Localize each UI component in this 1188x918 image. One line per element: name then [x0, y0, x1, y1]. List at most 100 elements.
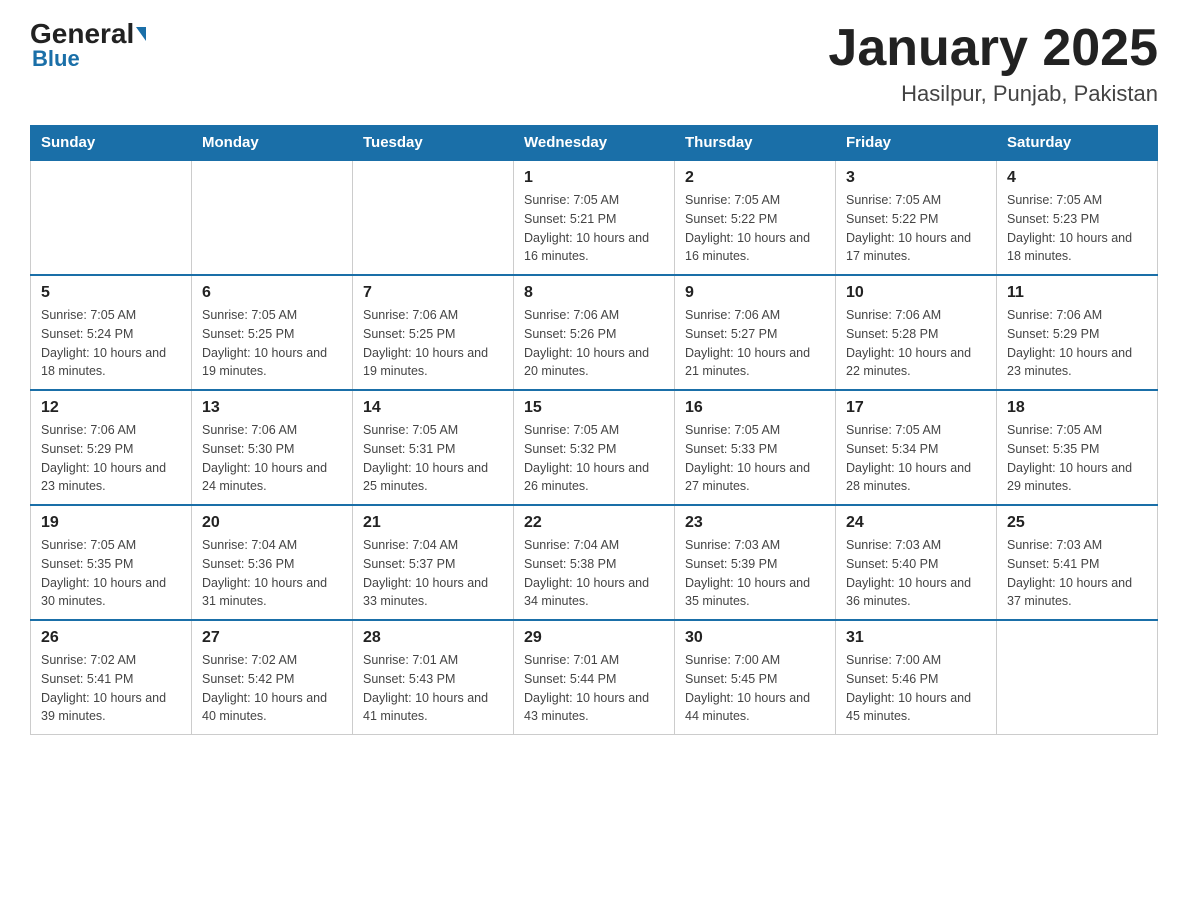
calendar-cell: 8 Sunrise: 7:06 AM Sunset: 5:26 PM Daylig… — [514, 275, 675, 390]
day-number: 28 — [363, 629, 503, 647]
day-number: 21 — [363, 514, 503, 532]
logo-arrow-icon — [136, 27, 146, 41]
day-number: 3 — [846, 169, 986, 187]
logo-blue: Blue — [32, 48, 80, 70]
day-number: 1 — [524, 169, 664, 187]
calendar-cell: 17 Sunrise: 7:05 AM Sunset: 5:34 PM Dayli… — [836, 390, 997, 505]
calendar-cell: 31 Sunrise: 7:00 AM Sunset: 5:46 PM Dayli… — [836, 620, 997, 735]
calendar-cell: 28 Sunrise: 7:01 AM Sunset: 5:43 PM Dayli… — [353, 620, 514, 735]
day-number: 26 — [41, 629, 181, 647]
calendar-cell: 11 Sunrise: 7:06 AM Sunset: 5:29 PM Dayli… — [997, 275, 1158, 390]
day-number: 30 — [685, 629, 825, 647]
calendar-cell: 2 Sunrise: 7:05 AM Sunset: 5:22 PM Daylig… — [675, 160, 836, 275]
logo-general: General — [30, 20, 146, 48]
day-info: Sunrise: 7:06 AM Sunset: 5:30 PM Dayligh… — [202, 421, 342, 496]
day-info: Sunrise: 7:00 AM Sunset: 5:45 PM Dayligh… — [685, 651, 825, 726]
location-subtitle: Hasilpur, Punjab, Pakistan — [828, 81, 1158, 107]
day-number: 27 — [202, 629, 342, 647]
day-info: Sunrise: 7:06 AM Sunset: 5:29 PM Dayligh… — [1007, 306, 1147, 381]
day-info: Sunrise: 7:05 AM Sunset: 5:21 PM Dayligh… — [524, 191, 664, 266]
calendar-day-header: Wednesday — [514, 126, 675, 161]
calendar-table: SundayMondayTuesdayWednesdayThursdayFrid… — [30, 125, 1158, 735]
day-number: 15 — [524, 399, 664, 417]
calendar-cell: 16 Sunrise: 7:05 AM Sunset: 5:33 PM Dayli… — [675, 390, 836, 505]
calendar-cell: 5 Sunrise: 7:05 AM Sunset: 5:24 PM Daylig… — [31, 275, 192, 390]
calendar-cell — [31, 160, 192, 275]
day-number: 19 — [41, 514, 181, 532]
day-info: Sunrise: 7:06 AM Sunset: 5:27 PM Dayligh… — [685, 306, 825, 381]
calendar-cell: 15 Sunrise: 7:05 AM Sunset: 5:32 PM Dayli… — [514, 390, 675, 505]
day-number: 11 — [1007, 284, 1147, 302]
day-number: 12 — [41, 399, 181, 417]
calendar-cell: 6 Sunrise: 7:05 AM Sunset: 5:25 PM Daylig… — [192, 275, 353, 390]
calendar-cell: 9Sunrise: 7:06 AM Sunset: 5:27 PM Daylig… — [675, 275, 836, 390]
day-number: 17 — [846, 399, 986, 417]
calendar-day-header: Saturday — [997, 126, 1158, 161]
day-info: Sunrise: 7:05 AM Sunset: 5:22 PM Dayligh… — [685, 191, 825, 266]
day-number: 23 — [685, 514, 825, 532]
day-number: 24 — [846, 514, 986, 532]
calendar-cell: 23Sunrise: 7:03 AM Sunset: 5:39 PM Dayli… — [675, 505, 836, 620]
day-info: Sunrise: 7:06 AM Sunset: 5:28 PM Dayligh… — [846, 306, 986, 381]
calendar-cell: 12Sunrise: 7:06 AM Sunset: 5:29 PM Dayli… — [31, 390, 192, 505]
day-info: Sunrise: 7:02 AM Sunset: 5:41 PM Dayligh… — [41, 651, 181, 726]
calendar-week-row: 12Sunrise: 7:06 AM Sunset: 5:29 PM Dayli… — [31, 390, 1158, 505]
page-header: General Blue January 2025 Hasilpur, Punj… — [30, 20, 1158, 107]
day-info: Sunrise: 7:06 AM Sunset: 5:26 PM Dayligh… — [524, 306, 664, 381]
day-info: Sunrise: 7:05 AM Sunset: 5:22 PM Dayligh… — [846, 191, 986, 266]
calendar-cell: 29 Sunrise: 7:01 AM Sunset: 5:44 PM Dayli… — [514, 620, 675, 735]
day-number: 4 — [1007, 169, 1147, 187]
day-info: Sunrise: 7:04 AM Sunset: 5:38 PM Dayligh… — [524, 536, 664, 611]
calendar-day-header: Monday — [192, 126, 353, 161]
calendar-cell: 18Sunrise: 7:05 AM Sunset: 5:35 PM Dayli… — [997, 390, 1158, 505]
calendar-cell: 22 Sunrise: 7:04 AM Sunset: 5:38 PM Dayli… — [514, 505, 675, 620]
day-info: Sunrise: 7:05 AM Sunset: 5:24 PM Dayligh… — [41, 306, 181, 381]
day-info: Sunrise: 7:02 AM Sunset: 5:42 PM Dayligh… — [202, 651, 342, 726]
calendar-cell: 21Sunrise: 7:04 AM Sunset: 5:37 PM Dayli… — [353, 505, 514, 620]
calendar-cell: 10 Sunrise: 7:06 AM Sunset: 5:28 PM Dayli… — [836, 275, 997, 390]
calendar-cell: 20Sunrise: 7:04 AM Sunset: 5:36 PM Dayli… — [192, 505, 353, 620]
day-number: 10 — [846, 284, 986, 302]
day-info: Sunrise: 7:01 AM Sunset: 5:43 PM Dayligh… — [363, 651, 503, 726]
calendar-week-row: 1 Sunrise: 7:05 AM Sunset: 5:21 PM Daylig… — [31, 160, 1158, 275]
calendar-cell: 7Sunrise: 7:06 AM Sunset: 5:25 PM Daylig… — [353, 275, 514, 390]
day-number: 7 — [363, 284, 503, 302]
day-number: 31 — [846, 629, 986, 647]
calendar-day-header: Tuesday — [353, 126, 514, 161]
day-number: 16 — [685, 399, 825, 417]
day-info: Sunrise: 7:01 AM Sunset: 5:44 PM Dayligh… — [524, 651, 664, 726]
calendar-cell: 19 Sunrise: 7:05 AM Sunset: 5:35 PM Dayli… — [31, 505, 192, 620]
calendar-day-header: Sunday — [31, 126, 192, 161]
day-number: 25 — [1007, 514, 1147, 532]
day-number: 8 — [524, 284, 664, 302]
calendar-cell: 30 Sunrise: 7:00 AM Sunset: 5:45 PM Dayli… — [675, 620, 836, 735]
day-number: 6 — [202, 284, 342, 302]
calendar-cell: 26 Sunrise: 7:02 AM Sunset: 5:41 PM Dayli… — [31, 620, 192, 735]
day-info: Sunrise: 7:00 AM Sunset: 5:46 PM Dayligh… — [846, 651, 986, 726]
day-info: Sunrise: 7:03 AM Sunset: 5:40 PM Dayligh… — [846, 536, 986, 611]
day-info: Sunrise: 7:05 AM Sunset: 5:33 PM Dayligh… — [685, 421, 825, 496]
day-info: Sunrise: 7:05 AM Sunset: 5:25 PM Dayligh… — [202, 306, 342, 381]
day-number: 18 — [1007, 399, 1147, 417]
day-info: Sunrise: 7:04 AM Sunset: 5:36 PM Dayligh… — [202, 536, 342, 611]
day-number: 5 — [41, 284, 181, 302]
calendar-week-row: 26 Sunrise: 7:02 AM Sunset: 5:41 PM Dayli… — [31, 620, 1158, 735]
calendar-cell: 14Sunrise: 7:05 AM Sunset: 5:31 PM Dayli… — [353, 390, 514, 505]
calendar-cell: 25 Sunrise: 7:03 AM Sunset: 5:41 PM Dayli… — [997, 505, 1158, 620]
day-number: 13 — [202, 399, 342, 417]
calendar-day-header: Friday — [836, 126, 997, 161]
calendar-cell: 3 Sunrise: 7:05 AM Sunset: 5:22 PM Daylig… — [836, 160, 997, 275]
title-block: January 2025 Hasilpur, Punjab, Pakistan — [828, 20, 1158, 107]
month-year-title: January 2025 — [828, 20, 1158, 77]
day-info: Sunrise: 7:03 AM Sunset: 5:41 PM Dayligh… — [1007, 536, 1147, 611]
day-info: Sunrise: 7:05 AM Sunset: 5:23 PM Dayligh… — [1007, 191, 1147, 266]
day-number: 29 — [524, 629, 664, 647]
calendar-cell — [192, 160, 353, 275]
day-info: Sunrise: 7:05 AM Sunset: 5:31 PM Dayligh… — [363, 421, 503, 496]
day-number: 22 — [524, 514, 664, 532]
day-number: 2 — [685, 169, 825, 187]
calendar-week-row: 5 Sunrise: 7:05 AM Sunset: 5:24 PM Daylig… — [31, 275, 1158, 390]
day-info: Sunrise: 7:05 AM Sunset: 5:35 PM Dayligh… — [41, 536, 181, 611]
day-info: Sunrise: 7:05 AM Sunset: 5:34 PM Dayligh… — [846, 421, 986, 496]
day-info: Sunrise: 7:05 AM Sunset: 5:32 PM Dayligh… — [524, 421, 664, 496]
